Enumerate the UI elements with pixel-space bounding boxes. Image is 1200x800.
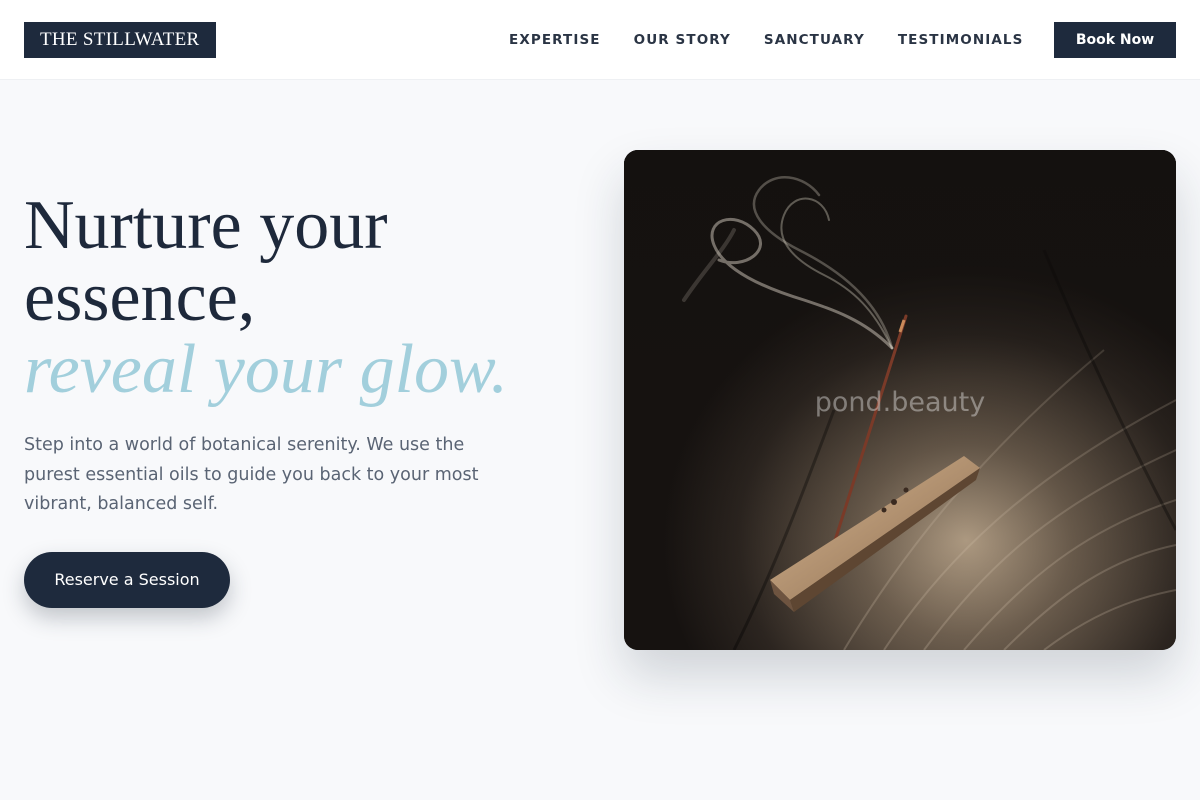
- image-watermark: pond.beauty: [814, 387, 986, 418]
- top-navigation-bar: THE STILLWATER EXPERTISE OUR STORY SANCT…: [0, 0, 1200, 80]
- hero-headline: Nurture your essence, reveal your glow.: [24, 190, 584, 406]
- hero-image-incense: pond.beauty: [624, 150, 1176, 650]
- headline-line-2: essence,: [24, 259, 256, 336]
- reserve-session-button[interactable]: Reserve a Session: [24, 552, 230, 608]
- brand-logo[interactable]: THE STILLWATER: [24, 22, 216, 58]
- headline-line-1: Nurture your: [24, 187, 388, 264]
- nav-link-our-story[interactable]: OUR STORY: [634, 30, 731, 50]
- hero-intro-text: Step into a world of botanical serenity.…: [24, 435, 479, 514]
- nav-link-sanctuary[interactable]: SANCTUARY: [764, 30, 865, 50]
- nav-link-expertise[interactable]: EXPERTISE: [509, 30, 601, 50]
- book-now-button[interactable]: Book Now: [1054, 22, 1176, 58]
- headline-accent: reveal your glow.: [24, 331, 509, 408]
- main-nav: EXPERTISE OUR STORY SANCTUARY TESTIMONIA…: [509, 30, 1023, 50]
- nav-link-testimonials[interactable]: TESTIMONIALS: [898, 30, 1024, 50]
